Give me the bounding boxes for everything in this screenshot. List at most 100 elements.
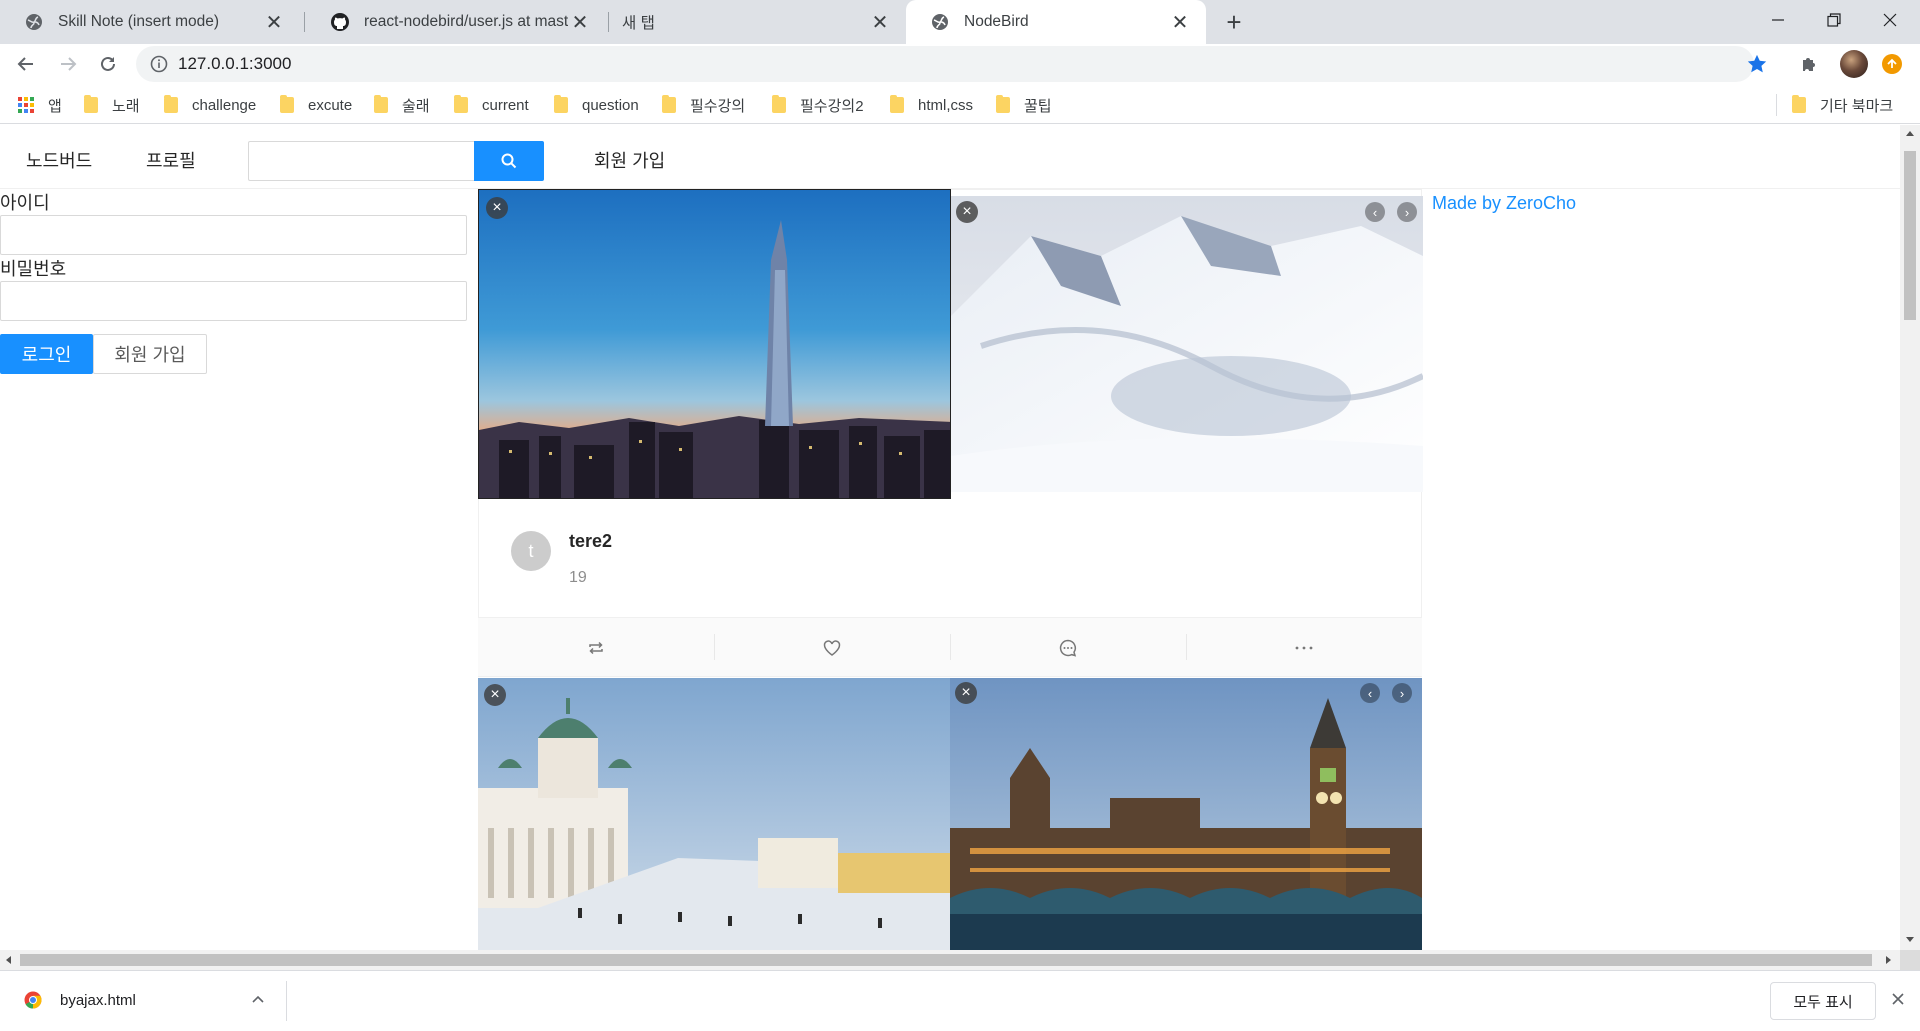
avatar: t (511, 531, 551, 571)
id-field[interactable] (0, 215, 467, 255)
top-menu: 노드버드 프로필 회원 가입 (0, 125, 1900, 189)
tab-title: react-nodebird/user.js at master (364, 13, 568, 30)
bookmark-label: html,css (918, 96, 974, 114)
profile-avatar[interactable] (1840, 50, 1868, 78)
bookmark-label: 노래 (112, 97, 140, 115)
bookmark-apps[interactable]: 앱 (18, 93, 62, 117)
bookmarks-bar: 앱 노래 challenge excute 술래 current questio… (0, 84, 1920, 124)
bookmark-label: 필수강의 (690, 97, 746, 115)
search-button[interactable] (474, 141, 544, 181)
id-label: 아이디 (0, 193, 50, 213)
retweet-icon (589, 641, 603, 655)
bookmark-folder[interactable]: 꿀팁 (996, 93, 1052, 117)
folder-icon (662, 95, 676, 113)
scroll-up-icon[interactable] (1906, 131, 1914, 136)
cathedral-photo (478, 678, 950, 950)
bookmark-label: challenge (192, 96, 257, 114)
bookmark-folder[interactable]: current (454, 93, 529, 117)
browser-toolbar: 127.0.0.1:3000 (0, 44, 1920, 84)
password-field[interactable] (0, 281, 467, 321)
post-image-helsinki[interactable]: × (478, 678, 950, 950)
snow-photo (951, 196, 1423, 492)
signup-button[interactable]: 회원 가입 (93, 334, 207, 374)
bookmark-star-icon[interactable] (1746, 53, 1768, 75)
close-icon[interactable]: × (486, 197, 508, 219)
new-tab-plus-icon[interactable]: + (1220, 7, 1248, 37)
update-icon[interactable] (1882, 54, 1902, 74)
reload-icon[interactable] (92, 48, 124, 80)
menu-signup[interactable]: 회원 가입 (594, 147, 665, 173)
prev-arrow-icon[interactable]: ‹ (1360, 683, 1380, 703)
post-content: 19 (569, 569, 587, 586)
tab-new-tab[interactable]: 새 탭 ✕ (610, 0, 906, 44)
apps-grid-icon (18, 97, 34, 113)
scrollbar-thumb[interactable] (20, 954, 1872, 966)
bookmark-folder[interactable]: question (554, 93, 639, 117)
next-arrow-icon[interactable]: › (1397, 202, 1417, 222)
back-arrow-icon[interactable] (10, 48, 42, 80)
tab-github[interactable]: react-nodebird/user.js at master ✕ (306, 0, 606, 44)
forward-arrow-icon[interactable] (52, 48, 84, 80)
close-icon[interactable]: ✕ (868, 10, 892, 34)
made-by-link[interactable]: Made by ZeroCho (1432, 193, 1576, 214)
search-input[interactable] (248, 141, 476, 181)
scroll-down-icon[interactable] (1906, 937, 1914, 942)
close-icon[interactable]: ✕ (262, 10, 286, 34)
next-arrow-icon[interactable]: › (1392, 683, 1412, 703)
bookmark-folder[interactable]: 술래 (374, 93, 430, 117)
close-icon[interactable]: ✕ (568, 10, 592, 34)
show-all-button[interactable]: 모두 표시 (1770, 982, 1876, 1020)
folder-icon (772, 95, 786, 113)
tab-nodebird[interactable]: NodeBird ✕ (906, 0, 1206, 44)
post-card: × × ‹ › t tere2 19 (478, 189, 1423, 622)
bookmark-folder[interactable]: 필수강의2 (772, 93, 864, 117)
prev-arrow-icon[interactable]: ‹ (1365, 202, 1385, 222)
like-button[interactable] (714, 618, 950, 678)
bookmark-divider (1776, 94, 1777, 116)
download-item[interactable]: byajax.html (0, 971, 286, 1031)
folder-icon (454, 95, 468, 113)
login-button[interactable]: 로그인 (0, 334, 93, 374)
folder-icon (996, 95, 1010, 113)
password-label: 비밀번호 (0, 259, 67, 279)
comment-icon (1059, 639, 1077, 657)
chevron-up-icon[interactable] (252, 995, 264, 1003)
close-icon[interactable]: × (956, 201, 978, 223)
horizontal-scrollbar[interactable] (0, 950, 1900, 970)
chrome-icon (24, 991, 42, 1009)
close-icon[interactable]: × (955, 682, 977, 704)
close-icon[interactable]: ✕ (1168, 10, 1192, 34)
post-image-london[interactable]: × ‹ › (950, 678, 1422, 950)
comment-button[interactable] (950, 618, 1186, 678)
bookmark-folder[interactable]: challenge (164, 93, 256, 117)
download-divider (286, 981, 287, 1021)
post-author: tere2 (569, 531, 613, 551)
extensions-puzzle-icon[interactable] (1800, 52, 1822, 79)
bookmark-folder[interactable]: excute (280, 93, 352, 117)
download-bar-close-icon[interactable] (1888, 989, 1908, 1009)
minimize-icon[interactable] (1750, 0, 1806, 40)
scroll-right-icon[interactable] (1886, 956, 1891, 964)
menu-profile[interactable]: 프로필 (146, 147, 196, 173)
post-image-snow[interactable]: × ‹ › (951, 196, 1423, 492)
heart-icon (823, 640, 841, 656)
close-icon[interactable]: × (484, 684, 506, 706)
tab-skill-note[interactable]: Skill Note (insert mode) ✕ (0, 0, 300, 44)
bookmark-other-folder[interactable]: 기타 북마크 (1792, 93, 1893, 117)
post-image-seoul[interactable]: × (478, 189, 951, 499)
address-bar[interactable]: 127.0.0.1:3000 (136, 46, 1767, 82)
retweet-button[interactable] (478, 618, 714, 678)
bookmark-folder[interactable]: 필수강의 (662, 93, 745, 117)
vertical-scrollbar[interactable] (1900, 125, 1920, 950)
more-button[interactable] (1186, 618, 1422, 678)
window-close-icon[interactable] (1862, 0, 1918, 40)
restore-icon[interactable] (1806, 0, 1862, 40)
bookmark-folder[interactable]: html,css (890, 93, 973, 117)
scrollbar-thumb[interactable] (1904, 151, 1916, 320)
tab-title: 새 탭 (622, 15, 655, 32)
bookmark-folder[interactable]: 노래 (84, 93, 140, 117)
menu-home[interactable]: 노드버드 (26, 147, 92, 173)
tab-title: NodeBird (964, 13, 1029, 30)
info-icon[interactable] (150, 55, 168, 73)
scroll-left-icon[interactable] (6, 956, 11, 964)
